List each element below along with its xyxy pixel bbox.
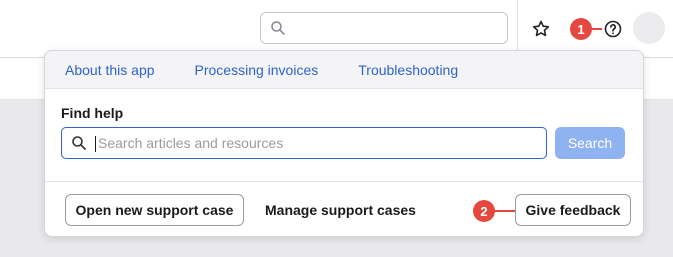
tab-about-this-app[interactable]: About this app — [65, 62, 155, 78]
help-panel-tabs: About this app Processing invoices Troub… — [45, 51, 643, 89]
annotation-marker-2: 2 — [473, 200, 495, 222]
help-search-field[interactable] — [61, 127, 547, 159]
help-search-input[interactable] — [98, 129, 538, 157]
global-search-field[interactable] — [260, 12, 508, 44]
help-panel-divider — [45, 181, 643, 182]
find-help-heading: Find help — [61, 105, 124, 121]
tab-processing-invoices[interactable]: Processing invoices — [195, 62, 319, 78]
manage-support-cases-link[interactable]: Manage support cases — [265, 202, 416, 218]
tab-troubleshooting[interactable]: Troubleshooting — [358, 62, 458, 78]
give-feedback-button[interactable]: Give feedback — [515, 194, 631, 226]
open-support-case-button[interactable]: Open new support case — [65, 194, 244, 226]
annotation-marker-1: 1 — [570, 18, 592, 40]
search-icon — [71, 135, 87, 156]
annotation-connector-2 — [493, 210, 515, 212]
search-icon — [270, 20, 286, 41]
help-circle-icon[interactable] — [602, 18, 624, 40]
star-icon[interactable] — [530, 18, 552, 40]
avatar[interactable] — [633, 12, 665, 44]
help-panel: About this app Processing invoices Troub… — [44, 50, 644, 237]
text-cursor — [95, 136, 96, 152]
search-button[interactable]: Search — [555, 127, 625, 159]
